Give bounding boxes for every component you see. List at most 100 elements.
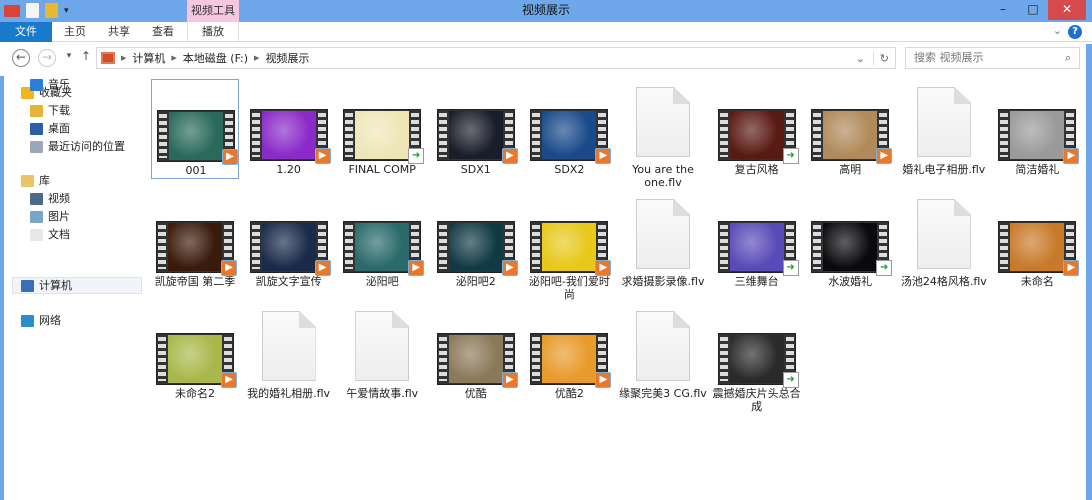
- breadcrumb-drive[interactable]: 本地磁盘 (F:): [183, 50, 248, 66]
- forward-button[interactable]: →: [38, 49, 56, 67]
- flv-file-item[interactable]: 求婚摄影录像.flv: [619, 191, 707, 299]
- address-bar[interactable]: ▶ 计算机 ▶ 本地磁盘 (F:) ▶ 视频展示 ⌄ ↻: [96, 47, 896, 69]
- file-list: ▶ 001 ▶ 1.20 ➜ FINAL COMP ▶ SDX1 ▶ SDX2 You are th…: [140, 76, 1084, 500]
- breadcrumb-folder[interactable]: 视频展示: [265, 50, 309, 66]
- close-button[interactable]: ✕: [1048, 0, 1086, 20]
- file-name: 未命名2: [175, 387, 215, 400]
- video-thumbnail: ▶: [998, 109, 1080, 164]
- video-file-item[interactable]: ▶ 高明: [806, 79, 894, 187]
- video-file-item[interactable]: ➜ 震撼婚庆片头总合成: [713, 303, 801, 413]
- video-file-item[interactable]: ➜ 三维舞台: [713, 191, 801, 299]
- tab-play[interactable]: 播放: [187, 22, 239, 42]
- sidebar-item-desktop[interactable]: 桌面: [30, 120, 70, 137]
- player-app-icon: ▶: [314, 260, 331, 276]
- library-icon: [21, 174, 34, 187]
- file-name: 三维舞台: [734, 275, 779, 288]
- tab-share[interactable]: 共享: [96, 22, 142, 42]
- video-file-item[interactable]: ▶ 简洁婚礼: [993, 79, 1081, 187]
- sidebar-item-downloads[interactable]: 下载: [30, 102, 70, 119]
- blank-document-icon: [261, 311, 316, 381]
- video-file-item[interactable]: ▶ 未命名2: [151, 303, 239, 411]
- sidebar-item-label: 最近访问的位置: [48, 140, 125, 153]
- video-file-item[interactable]: ▶ 优酷: [432, 303, 520, 411]
- up-button[interactable]: ↑: [77, 49, 95, 67]
- ribbon-tabs: 文件 主页 共享 查看 播放 ⌄ ?: [0, 22, 1092, 42]
- video-file-item[interactable]: ▶ 未命名: [993, 191, 1081, 299]
- video-file-item[interactable]: ▶ 泌阳吧: [338, 191, 426, 299]
- sidebar-item-label: 桌面: [48, 122, 70, 135]
- video-thumbnail: ▶: [811, 109, 893, 164]
- flv-file-item[interactable]: 我的婚礼相册.flv: [245, 303, 333, 411]
- expand-ribbon-icon[interactable]: ⌄: [1053, 24, 1062, 37]
- blank-document-icon: [636, 311, 690, 381]
- tab-file[interactable]: 文件: [0, 22, 52, 42]
- address-dropdown-icon[interactable]: ⌄: [856, 52, 865, 65]
- video-file-item[interactable]: ▶ 泌阳吧2: [432, 191, 520, 299]
- sidebar-item-label: 文档: [48, 228, 70, 241]
- video-file-item[interactable]: ▶ 凯旋文字宣传: [245, 191, 333, 299]
- player-app-icon: ▶: [314, 148, 331, 164]
- sidebar-item-label: 视频: [48, 192, 70, 205]
- tab-view[interactable]: 查看: [140, 22, 186, 42]
- video-file-item[interactable]: ➜ 复古风格: [713, 79, 801, 187]
- video-file-item[interactable]: ▶ SDX2: [525, 79, 613, 187]
- recent-locations-button[interactable]: ▾: [60, 49, 78, 67]
- title-bar: ▾ 视频工具 视频展示 – □ ✕: [0, 0, 1092, 22]
- downloads-icon: [30, 104, 43, 117]
- flv-file-item[interactable]: 汤池24格风格.flv: [900, 191, 988, 299]
- video-file-item[interactable]: ▶ 泌阳吧-我们爱时尚: [525, 191, 613, 301]
- video-file-item[interactable]: ▶ 1.20: [245, 79, 333, 187]
- video-thumbnail: ➜: [811, 221, 893, 276]
- sidebar-item-label: 计算机: [39, 279, 72, 292]
- sidebar-item-network[interactable]: 网络: [21, 312, 61, 329]
- file-name: You are the one.flv: [632, 163, 694, 189]
- tab-home[interactable]: 主页: [52, 22, 98, 42]
- file-name: 优酷2: [554, 387, 584, 400]
- video-file-item[interactable]: ▶ 优酷2: [525, 303, 613, 411]
- sidebar-item-pictures[interactable]: 图片: [30, 208, 70, 225]
- sidebar-item-library[interactable]: 库: [21, 172, 50, 189]
- sidebar-item-videos[interactable]: 视频: [30, 190, 70, 207]
- sidebar-item-label: 下载: [48, 104, 70, 117]
- sidebar-item-computer[interactable]: 计算机: [12, 277, 142, 294]
- video-file-item[interactable]: ▶ 凯旋帝国 第二季: [151, 191, 239, 299]
- refresh-icon[interactable]: ↻: [872, 51, 889, 65]
- flv-file-item[interactable]: 午爱情故事.flv: [338, 303, 426, 411]
- back-button[interactable]: ←: [12, 49, 30, 67]
- video-file-item[interactable]: ▶ 001: [151, 79, 239, 179]
- chevron-right-icon: ▶: [121, 54, 127, 62]
- file-name: 简洁婚礼: [1015, 163, 1060, 176]
- sidebar-item-recent-places[interactable]: 最近访问的位置: [30, 138, 125, 155]
- file-name: SDX2: [554, 163, 585, 176]
- video-file-item[interactable]: ➜ 水波婚礼: [806, 191, 894, 299]
- sidebar-item-documents[interactable]: 文档: [30, 226, 70, 243]
- minimize-button[interactable]: –: [988, 0, 1018, 20]
- video-thumbnail: ▶: [530, 221, 612, 276]
- file-name: 午爱情故事.flv: [346, 387, 419, 400]
- video-thumbnail: ▶: [156, 221, 237, 276]
- player-app-icon: ▶: [408, 260, 425, 276]
- window-title: 视频展示: [521, 3, 570, 17]
- player-app-icon: ▶: [595, 148, 612, 164]
- documents-icon: [30, 228, 43, 241]
- flv-file-item[interactable]: You are the one.flv: [619, 79, 707, 189]
- player-app-icon: ▶: [595, 260, 612, 276]
- search-input[interactable]: 搜索 视频展示 ⌕: [905, 47, 1080, 69]
- recent-places-icon: [30, 140, 43, 153]
- flv-file-item[interactable]: 缘聚完美3 CG.flv: [619, 303, 707, 411]
- video-file-item[interactable]: ➜ FINAL COMP: [338, 79, 426, 187]
- maximize-button[interactable]: □: [1018, 0, 1048, 20]
- file-name: 水波婚礼: [828, 275, 873, 288]
- sidebar-item-music[interactable]: 音乐: [30, 76, 70, 93]
- flv-file-item[interactable]: 婚礼电子相册.flv: [900, 79, 988, 187]
- help-icon[interactable]: ?: [1068, 25, 1082, 39]
- file-name: 复古风格: [734, 163, 779, 176]
- chevron-right-icon: ▶: [171, 54, 177, 62]
- file-name: 泌阳吧: [365, 275, 399, 288]
- video-thumbnail: ▶: [998, 221, 1080, 276]
- player-app-icon: ▶: [501, 372, 518, 388]
- blank-document-icon: [916, 199, 971, 269]
- video-file-item[interactable]: ▶ SDX1: [432, 79, 520, 187]
- window-border: [1086, 44, 1092, 500]
- breadcrumb-computer[interactable]: 计算机: [132, 50, 165, 66]
